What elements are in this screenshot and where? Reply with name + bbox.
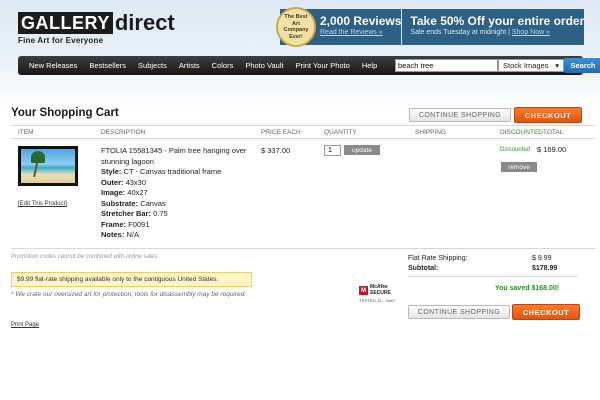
search-button[interactable]: Search xyxy=(564,58,600,73)
best-company-badge: The Best Art Company Ever! xyxy=(276,7,316,47)
shipping-value: $ 9.99 xyxy=(532,255,552,262)
spec-value: 0.75 xyxy=(153,209,168,218)
nav-photo-vault[interactable]: Photo Vault xyxy=(239,61,289,70)
reviews-title: 2,000 Reviews xyxy=(320,14,402,28)
spec-stretcher-bar: Stretcher Bar: 0.75 xyxy=(101,209,251,220)
promo-banner: The Best Art Company Ever! 2,000 Reviews… xyxy=(276,7,585,47)
read-reviews-link[interactable]: Read the Reviews » xyxy=(320,29,383,36)
checkout-button-top[interactable]: CHECKOUT xyxy=(514,107,582,123)
spec-substrate: Substrate: Canvas xyxy=(101,199,251,210)
chevron-down-icon: ▾ xyxy=(555,61,559,70)
product-image xyxy=(21,149,75,183)
spec-value: Canvas xyxy=(140,198,166,208)
col-quantity: QUANTITY xyxy=(324,129,357,136)
update-button[interactable]: update xyxy=(344,145,380,155)
sale-panel: Take 50% Off your entire order Sale ends… xyxy=(401,9,585,45)
product-description: FTOLIA 15581345 - Palm tree hanging over… xyxy=(101,146,251,241)
spec-label: Substrate: xyxy=(101,198,139,208)
mcafee-secure-badge[interactable]: M McAfee SECURE TESTED 31 - MAY xyxy=(359,284,399,303)
mcafee-line2: SECURE xyxy=(370,289,391,296)
edit-product-link[interactable]: [Edit This Product] xyxy=(18,201,67,207)
spec-style: Style: CT - Canvas traditional frame xyxy=(101,167,251,178)
spec-value: CT - Canvas traditional frame xyxy=(123,167,222,176)
spec-outer: Outer: 43x30 xyxy=(101,178,251,189)
nav-help[interactable]: Help xyxy=(356,61,383,70)
nav-new-releases[interactable]: New Releases xyxy=(18,61,83,70)
spec-label: Frame: xyxy=(101,219,127,229)
col-total: TOTAL xyxy=(543,129,564,136)
spec-label: Stretcher Bar: xyxy=(101,209,152,218)
nav-colors[interactable]: Colors xyxy=(206,61,240,70)
col-price: PRICE EACH xyxy=(261,129,301,136)
nav-bestsellers[interactable]: Bestsellers xyxy=(83,61,132,70)
site-logo[interactable]: GALLERY direct Fine Art for Everyone xyxy=(18,11,175,45)
sale-subtitle: Sale ends Tuesday at midnight xyxy=(410,29,507,36)
spec-value: F0091 xyxy=(128,219,150,229)
search-input[interactable] xyxy=(395,59,498,72)
item-total: $ 169.00 xyxy=(537,145,567,154)
nav-subjects[interactable]: Subjects xyxy=(132,61,173,70)
print-page-link[interactable]: Print Page xyxy=(11,322,39,328)
page-title: Your Shopping Cart xyxy=(11,107,119,119)
spec-value: 43x30 xyxy=(125,177,147,187)
quantity-input[interactable] xyxy=(324,145,341,156)
shipping-notice: $9.99 flat-rate shipping available only … xyxy=(11,272,252,287)
main-nav: New Releases Bestsellers Subjects Artist… xyxy=(18,56,600,75)
badge-text: The Best Art Company Ever! xyxy=(283,14,309,40)
subtotal-label: Subtotal: xyxy=(408,265,439,272)
spec-label: Image: xyxy=(101,188,126,197)
product-name: FTOLIA 15581345 - Palm tree hanging over… xyxy=(101,146,247,166)
checkout-button-bottom[interactable]: CHECKOUT xyxy=(512,304,580,320)
col-item: ITEM xyxy=(18,129,34,136)
sale-title: Take 50% Off your entire order xyxy=(410,14,585,28)
item-price: $ 337.00 xyxy=(261,146,291,155)
palm-leaves-shape xyxy=(31,151,45,163)
product-thumbnail[interactable] xyxy=(18,146,78,186)
divider xyxy=(11,138,595,139)
logo-gallery-text: GALLERY xyxy=(18,12,113,34)
col-description: DESCRIPTION xyxy=(101,129,146,136)
search-category-value: Stock Images xyxy=(503,61,549,70)
summary-divider xyxy=(408,276,578,277)
nav-print-your-photo[interactable]: Print Your Photo xyxy=(290,61,356,70)
spec-label: Notes: xyxy=(101,230,125,239)
savings-text: You saved $168.00! xyxy=(495,285,560,292)
divider xyxy=(11,248,595,249)
spec-image: Image: 40x27 xyxy=(101,188,251,199)
logo-direct-text: direct xyxy=(114,10,175,35)
divider xyxy=(11,125,595,126)
mcafee-shield-icon: M xyxy=(359,286,368,295)
subtotal-value: $178.99 xyxy=(532,265,558,272)
col-discounted: DISCOUNTED xyxy=(500,129,543,136)
site-tagline: Fine Art for Everyone xyxy=(18,36,104,45)
spec-label: Style: xyxy=(101,167,122,176)
shipping-label: Flat Rate Shipping: xyxy=(408,255,468,262)
nav-artists[interactable]: Artists xyxy=(173,61,206,70)
remove-button[interactable]: remove xyxy=(501,162,537,172)
continue-shopping-button-bottom[interactable]: CONTINUE SHOPPING xyxy=(408,305,510,319)
spec-value: 40x27 xyxy=(127,188,148,197)
spec-notes: Notes: N/A xyxy=(101,230,251,241)
crating-note: * We crate our oversized art for protect… xyxy=(11,291,247,298)
spec-value: N/A xyxy=(126,230,139,239)
shop-now-link[interactable]: Shop Now » xyxy=(512,29,550,36)
col-shipping: SHIPPING xyxy=(415,129,447,136)
discounted-label: Discounted xyxy=(500,147,531,153)
spec-frame: Frame: F0091 xyxy=(101,220,251,231)
spec-label: Outer: xyxy=(101,177,124,187)
promo-note: Promotion codes cannot be combined with … xyxy=(11,254,160,260)
search-category-select[interactable]: Stock Images ▾ xyxy=(498,59,564,72)
mcafee-tested-date: TESTED 31 - MAY xyxy=(359,298,396,303)
continue-shopping-button-top[interactable]: CONTINUE SHOPPING xyxy=(409,108,511,122)
